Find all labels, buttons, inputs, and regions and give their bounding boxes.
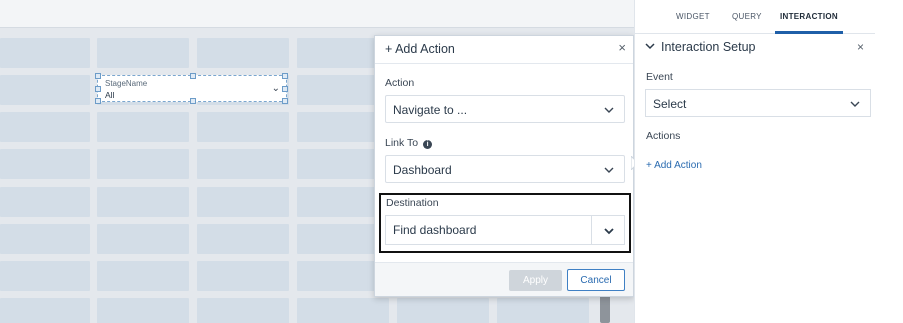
grid-cell [97, 224, 189, 254]
properties-panel: WIDGET QUERY INTERACTION Interaction Set… [634, 0, 903, 323]
event-select-value: Select [653, 97, 687, 111]
resize-handle[interactable] [95, 98, 101, 104]
grid-cell [0, 261, 90, 291]
grid-cell [0, 187, 90, 217]
destination-highlight: Destination Find dashboard [379, 193, 631, 253]
active-tab-indicator [775, 31, 843, 34]
grid-cell [97, 298, 189, 323]
resize-handle[interactable] [95, 73, 101, 79]
apply-button[interactable]: Apply [509, 270, 562, 291]
grid-cell [197, 149, 289, 179]
destination-label: Destination [386, 197, 439, 209]
grid-cell [97, 187, 189, 217]
panel-tabs: WIDGET QUERY INTERACTION [635, 0, 875, 34]
chevron-down-icon[interactable] [604, 226, 614, 236]
popover-footer: Apply Cancel [375, 262, 633, 296]
grid-cell [297, 298, 389, 323]
resize-handle[interactable] [282, 98, 288, 104]
tab-query[interactable]: QUERY [732, 12, 762, 21]
interaction-setup-title: Interaction Setup [661, 40, 756, 54]
grid-cell [197, 298, 289, 323]
destination-select-value: Find dashboard [393, 223, 477, 237]
grid-cell [0, 75, 90, 105]
info-icon: i [423, 140, 433, 149]
widget-value: All [105, 90, 115, 100]
link-to-select-value: Dashboard [393, 163, 452, 177]
grid-cell [97, 112, 189, 142]
grid-cell [197, 224, 289, 254]
grid-cell [0, 298, 90, 323]
tab-interaction[interactable]: INTERACTION [780, 12, 838, 21]
cancel-button[interactable]: Cancel [567, 269, 625, 291]
close-icon[interactable]: × [857, 40, 864, 54]
add-action-popover: + Add Action × Action Navigate to ... Li… [374, 35, 634, 297]
grid-cell [97, 38, 189, 68]
chevron-down-icon [604, 107, 614, 113]
grid-cell [197, 261, 289, 291]
grid-cell [0, 112, 90, 142]
grid-cell [0, 224, 90, 254]
resize-handle[interactable] [95, 86, 101, 92]
grid-cell [497, 298, 589, 323]
grid-cell [197, 38, 289, 68]
canvas-header-bar [0, 0, 634, 28]
action-select-value: Navigate to ... [393, 103, 468, 117]
grid-cell [0, 38, 90, 68]
select-divider [591, 216, 592, 244]
chevron-down-icon [645, 43, 655, 50]
tab-widget[interactable]: WIDGET [676, 12, 710, 21]
interaction-setup-header[interactable]: Interaction Setup [645, 40, 756, 54]
grid-cell [197, 187, 289, 217]
resize-handle[interactable] [282, 86, 288, 92]
link-to-select[interactable]: Dashboard [385, 155, 625, 183]
chevron-down-icon[interactable]: ⌄ [272, 83, 280, 94]
resize-handle[interactable] [190, 73, 196, 79]
grid-cell [97, 149, 189, 179]
add-action-link[interactable]: + Add Action [646, 160, 702, 171]
chevron-down-icon [604, 167, 614, 173]
event-label: Event [646, 71, 673, 83]
actions-label: Actions [646, 130, 681, 142]
resize-handle[interactable] [282, 73, 288, 79]
grid-cell [197, 112, 289, 142]
grid-cell [397, 298, 489, 323]
resize-handle[interactable] [190, 98, 196, 104]
grid-cell [0, 149, 90, 179]
widget-label: StageName [105, 79, 148, 88]
action-label: Action [385, 77, 415, 89]
grid-cell [97, 261, 189, 291]
action-select[interactable]: Navigate to ... [385, 95, 625, 123]
stagename-filter-widget[interactable]: StageName All ⌄ [95, 73, 288, 104]
popover-header: + Add Action × [375, 36, 633, 64]
close-icon[interactable]: × [618, 40, 626, 55]
destination-select[interactable]: Find dashboard [385, 215, 625, 245]
chevron-down-icon [850, 101, 860, 107]
event-select[interactable]: Select [645, 89, 871, 117]
link-to-label: Link To i [385, 137, 433, 149]
popover-title: + Add Action [385, 42, 455, 56]
